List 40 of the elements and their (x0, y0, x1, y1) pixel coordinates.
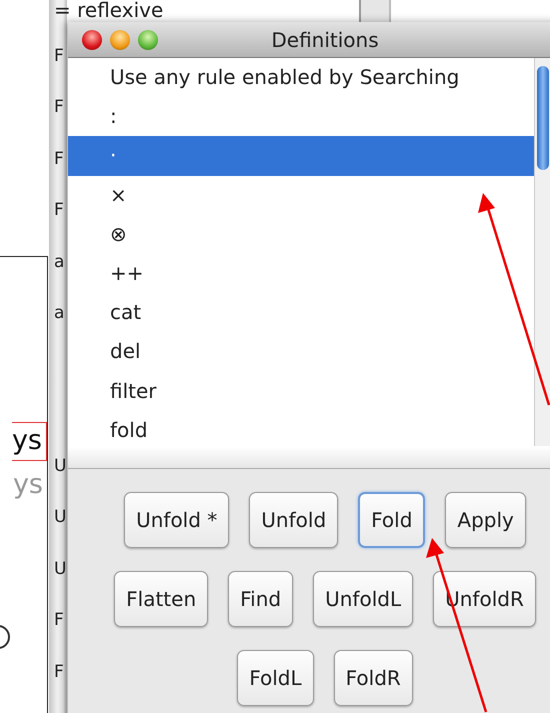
action-button[interactable]: Flatten (114, 571, 208, 627)
row-letter: F (54, 148, 64, 168)
highlighted-text: ys (12, 422, 47, 461)
row-letter: U (54, 456, 66, 476)
list-item[interactable]: cat (68, 293, 534, 332)
list-item[interactable]: fold (68, 410, 534, 446)
window-title: Definitions (270, 28, 380, 52)
action-button[interactable]: Apply (445, 492, 526, 548)
list-item[interactable]: × (68, 176, 534, 215)
row-letter: F (54, 662, 64, 682)
scroll-thumb[interactable] (537, 66, 549, 170)
dimmed-text: ys (12, 469, 44, 500)
action-button[interactable]: FoldR (334, 650, 413, 706)
row-letter: U (54, 507, 66, 527)
row-letter: F (54, 200, 64, 220)
action-button[interactable]: Unfold * (124, 492, 230, 548)
list-item[interactable]: · (68, 136, 534, 176)
scrollbar[interactable] (534, 58, 550, 446)
row-letter: F (54, 97, 64, 117)
list-item[interactable]: Use any rule enabled by Searching (68, 58, 534, 98)
row-letter: U (54, 558, 66, 578)
action-button[interactable]: FoldL (237, 650, 314, 706)
action-button[interactable]: Find (228, 571, 294, 627)
list-item[interactable]: : (68, 97, 534, 136)
row-letter: F (54, 610, 64, 630)
zoom-icon[interactable] (138, 30, 158, 50)
row-letter: a (54, 303, 64, 323)
action-button[interactable]: Unfold (249, 492, 338, 548)
list-item[interactable]: filter (68, 372, 534, 411)
row-letter: F (54, 46, 64, 66)
action-button[interactable]: Fold (358, 492, 426, 548)
list-item[interactable]: ++ (68, 254, 534, 294)
close-icon[interactable] (82, 30, 102, 50)
list-item[interactable]: ⊗ (68, 214, 534, 254)
action-button[interactable]: UnfoldL (313, 571, 414, 627)
minimize-icon[interactable] (110, 30, 130, 50)
scrollbar[interactable] (359, 0, 391, 22)
horizontal-scrollbar[interactable] (68, 446, 550, 469)
row-letter: a (54, 252, 64, 272)
list-item[interactable]: del (68, 332, 534, 372)
